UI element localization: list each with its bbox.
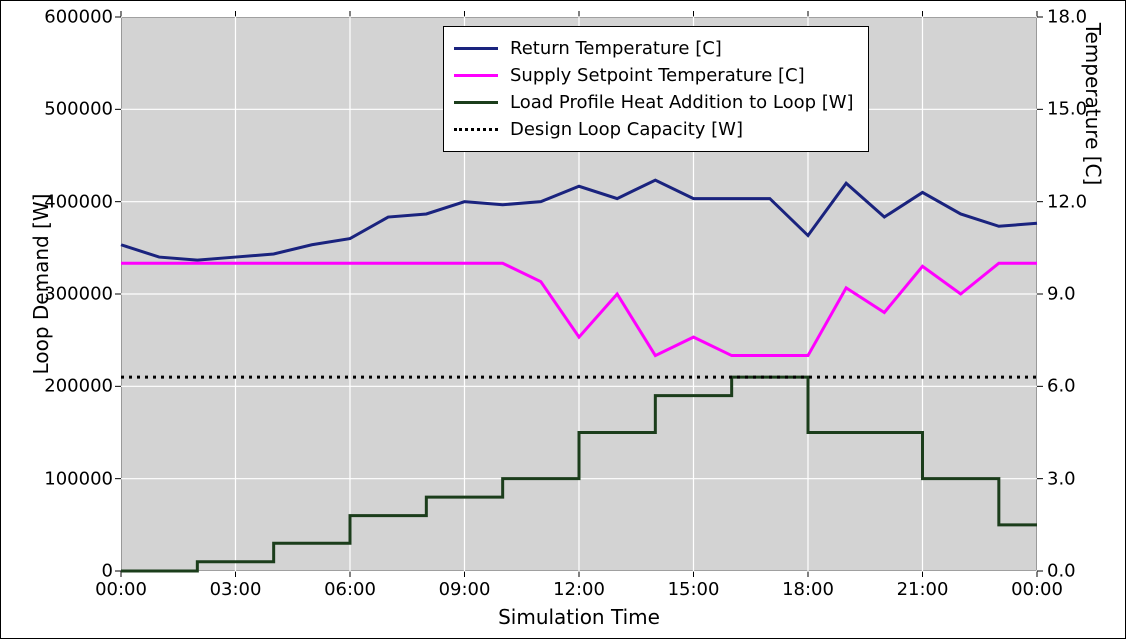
legend-item: Supply Setpoint Temperature [C] <box>454 62 854 89</box>
y-right-tick-label: 6.0 <box>1047 376 1076 397</box>
chart-container: Simulation Time Loop Demand [W] Temperat… <box>0 0 1126 639</box>
legend-item: Load Profile Heat Addition to Loop [W] <box>454 89 854 116</box>
y-left-tick-label: 100000 <box>29 468 113 489</box>
legend-item: Design Loop Capacity [W] <box>454 116 854 143</box>
x-tick-label: 00:00 <box>95 579 147 600</box>
y-right-tick-label: 3.0 <box>1047 468 1076 489</box>
x-axis-label: Simulation Time <box>489 605 669 629</box>
y-right-tick-label: 15.0 <box>1047 99 1087 120</box>
x-tick-label: 00:00 <box>1011 579 1063 600</box>
y-left-tick-label: 500000 <box>29 99 113 120</box>
y-left-tick-label: 400000 <box>29 191 113 212</box>
legend-swatch <box>454 47 498 50</box>
y-right-tick-label: 9.0 <box>1047 284 1076 305</box>
y-right-tick-label: 12.0 <box>1047 191 1087 212</box>
x-tick-label: 12:00 <box>553 579 605 600</box>
y-right-tick-label: 0.0 <box>1047 561 1076 582</box>
legend: Return Temperature [C]Supply Setpoint Te… <box>443 26 869 152</box>
x-tick-label: 18:00 <box>782 579 834 600</box>
legend-label: Load Profile Heat Addition to Loop [W] <box>510 89 854 116</box>
x-tick-label: 09:00 <box>439 579 491 600</box>
y-left-tick-label: 300000 <box>29 284 113 305</box>
legend-swatch <box>454 74 498 77</box>
x-tick-label: 15:00 <box>668 579 720 600</box>
legend-label: Supply Setpoint Temperature [C] <box>510 62 805 89</box>
legend-swatch <box>454 128 498 131</box>
x-tick-label: 03:00 <box>210 579 262 600</box>
x-tick-label: 21:00 <box>897 579 949 600</box>
legend-label: Design Loop Capacity [W] <box>510 116 743 143</box>
y-left-tick-label: 0 <box>29 561 113 582</box>
x-tick-label: 06:00 <box>324 579 376 600</box>
y-left-tick-label: 600000 <box>29 7 113 28</box>
legend-swatch <box>454 101 498 104</box>
legend-item: Return Temperature [C] <box>454 35 854 62</box>
y-left-tick-label: 200000 <box>29 376 113 397</box>
y-right-tick-label: 18.0 <box>1047 7 1087 28</box>
legend-label: Return Temperature [C] <box>510 35 722 62</box>
